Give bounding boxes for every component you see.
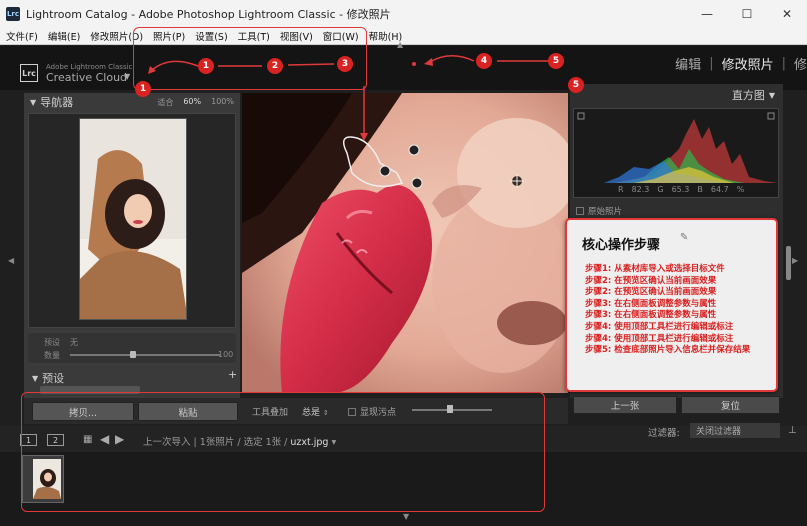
- annotation-marker: 2: [267, 58, 283, 74]
- annotation-marker: 5: [548, 53, 564, 69]
- annotation-arrows: [148, 55, 548, 141]
- annotation-marker: 1: [135, 81, 151, 97]
- annotation-marker: 5: [568, 77, 584, 93]
- annotation-marker: 3: [337, 56, 353, 72]
- annotation-marker: 4: [476, 53, 492, 69]
- annotation-marker: 1: [198, 58, 214, 74]
